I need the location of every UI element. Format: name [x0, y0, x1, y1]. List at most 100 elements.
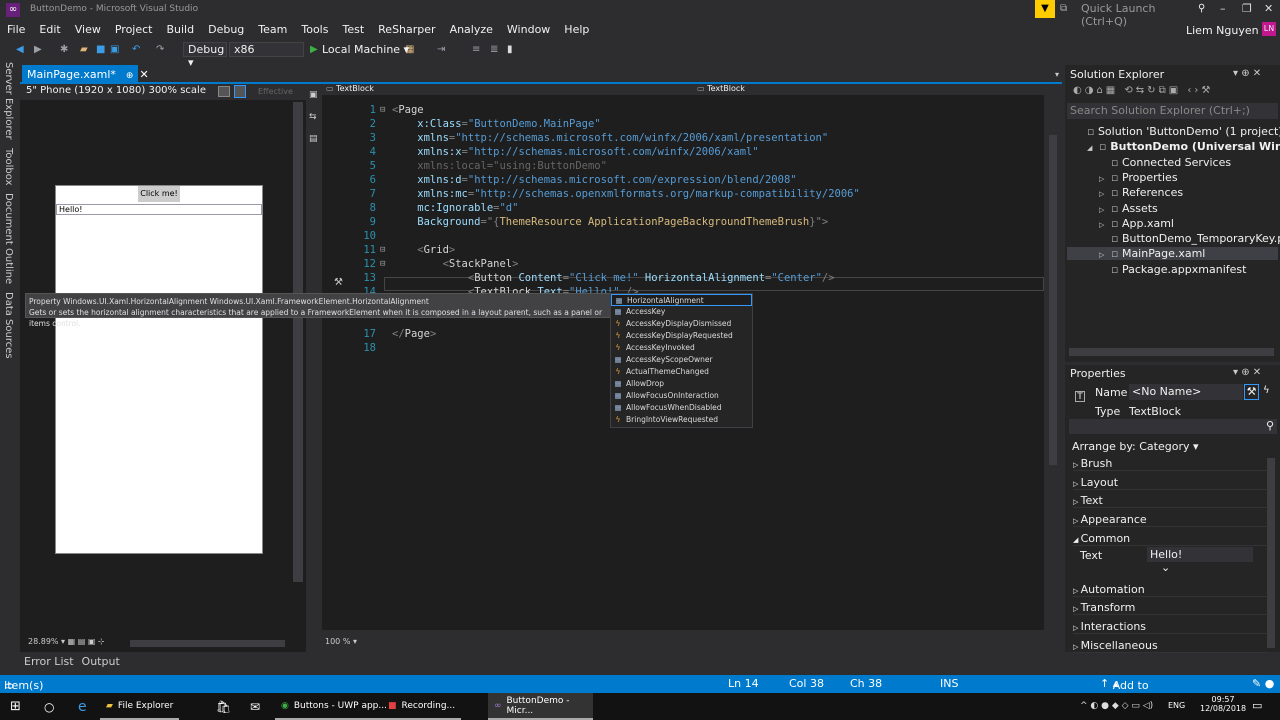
property-category[interactable]: ▷ Automation: [1073, 583, 1268, 597]
save-all-icon[interactable]: ▣: [110, 44, 119, 55]
swap-panes-icon[interactable]: ▣: [309, 90, 318, 100]
expand-arrow-icon[interactable]: ▷: [1073, 624, 1081, 632]
expand-arrow-icon[interactable]: ▷: [1073, 587, 1081, 595]
menu-project[interactable]: Project: [108, 20, 160, 40]
completion-item[interactable]: ϟ BringIntoViewRequested: [611, 414, 752, 426]
search-icon[interactable]: ⚲: [1198, 3, 1205, 14]
menu-debug[interactable]: Debug: [201, 20, 251, 40]
element-breadcrumb-right[interactable]: ▭ TextBlock: [697, 84, 745, 93]
notifications-icon[interactable]: ✎ ●: [1252, 677, 1274, 690]
code-line[interactable]: 5 xmlns:local="using:ButtonDemo": [322, 159, 1042, 173]
close-tab-icon[interactable]: ✕: [139, 68, 148, 81]
system-tray-icons[interactable]: ^ ◐ ● ◆ ◇ ▭ ◁): [1080, 701, 1153, 711]
completion-item[interactable]: ▦ AllowDrop: [611, 378, 752, 390]
device-select[interactable]: 5" Phone (1920 x 1080) 300% scale ▾: [26, 85, 206, 96]
menu-window[interactable]: Window: [500, 20, 557, 40]
property-category[interactable]: ▷ Appearance: [1073, 513, 1268, 528]
save-icon[interactable]: ■: [96, 44, 105, 55]
property-category[interactable]: ▷ Miscellaneous: [1073, 639, 1268, 653]
code-line[interactable]: 10: [322, 229, 1042, 243]
user-name[interactable]: Liem Nguyen: [1186, 24, 1259, 37]
expand-arrow-icon[interactable]: ▷: [1073, 517, 1081, 525]
preview-button[interactable]: Click me!: [138, 186, 180, 202]
step-icon[interactable]: ⇥: [437, 44, 445, 55]
expand-arrow-icon[interactable]: ▷: [1073, 605, 1081, 613]
collapse-toggle-icon[interactable]: ⊟: [380, 243, 385, 257]
editor-vertical-scrollbar[interactable]: [1046, 95, 1060, 635]
code-line[interactable]: 13 <Button Content="Click me!" Horizonta…: [322, 271, 1042, 285]
completion-item[interactable]: ▦ AllowFocusOnInteraction: [611, 390, 752, 402]
platform-select[interactable]: x86: [229, 42, 304, 57]
undo-icon[interactable]: ↶: [132, 44, 140, 55]
solution-tree-item[interactable]: ▷ ▫ App.xaml: [1099, 217, 1174, 230]
completion-item[interactable]: ▦ AllowFocusWhenDisabled: [611, 402, 752, 414]
open-file-icon[interactable]: ▰: [80, 44, 88, 55]
designer-vertical-scrollbar[interactable]: [293, 102, 303, 582]
clock[interactable]: 09:57 12/08/2018: [1200, 695, 1246, 713]
text-property-input[interactable]: Hello!: [1147, 546, 1253, 562]
panel-menu-icon[interactable]: ▾ ⊕ ✕: [1233, 68, 1261, 79]
quick-launch-input[interactable]: Quick Launch (Ctrl+Q): [1078, 2, 1198, 28]
redo-icon[interactable]: ↷: [156, 44, 164, 55]
phone-page-preview[interactable]: [55, 185, 263, 554]
solution-tree-item[interactable]: ▫ Connected Services: [1099, 156, 1231, 169]
solution-tree-item[interactable]: ▷ ▫ Assets: [1099, 202, 1158, 215]
tab-mainpage-xaml[interactable]: MainPage.xaml* ⊕ ✕: [22, 65, 149, 83]
minimize-button[interactable]: –: [1220, 2, 1226, 15]
close-window-button[interactable]: ✕: [1264, 2, 1273, 15]
completion-item[interactable]: ▦ AccessKeyScopeOwner: [611, 354, 752, 366]
properties-scrollbar[interactable]: [1267, 458, 1275, 648]
configuration-select[interactable]: Debug ▾: [183, 42, 227, 69]
property-category[interactable]: ◢ Common: [1073, 532, 1268, 546]
expand-arrow-icon[interactable]: ◢: [1073, 536, 1081, 544]
feedback-icon[interactable]: ⧉: [1060, 3, 1067, 14]
completion-item[interactable]: ϟ AccessKeyInvoked: [611, 342, 752, 354]
cortana-icon[interactable]: ○: [38, 693, 60, 720]
name-input[interactable]: <No Name>: [1129, 384, 1243, 400]
designer-zoom-select[interactable]: 28.89% ▾ ▦ ▤ ▣ ⊹: [28, 637, 105, 650]
horizontal-split-icon[interactable]: ▤: [309, 134, 318, 144]
avatar[interactable]: LN: [1262, 22, 1276, 36]
solution-horizontal-scrollbar[interactable]: [1069, 348, 1274, 356]
run-target-button[interactable]: Local Machine ▾: [322, 43, 409, 56]
vertical-split-icon[interactable]: ⇆: [309, 112, 317, 122]
expand-arrow-icon[interactable]: ▷: [1073, 461, 1081, 469]
solution-search-input[interactable]: Search Solution Explorer (Ctrl+;): [1067, 103, 1278, 119]
code-line[interactable]: 1 ⊟ <Page: [322, 103, 1042, 117]
collapse-toggle-icon[interactable]: ⊟: [380, 103, 385, 117]
completion-item[interactable]: ϟ AccessKeyDisplayDismissed: [611, 318, 752, 330]
events-lightning-icon[interactable]: ϟ: [1263, 385, 1270, 396]
property-category[interactable]: ▷ Layout: [1073, 476, 1268, 490]
tab-overflow-icon[interactable]: ▾: [1055, 70, 1059, 79]
element-breadcrumb-left[interactable]: ▭ TextBlock: [326, 84, 374, 93]
bookmark-icon[interactable]: ▮: [507, 44, 513, 55]
side-tab-toolbox[interactable]: Toolbox: [0, 148, 14, 186]
taskbar-visual-studio[interactable]: ∞ ButtonDemo - Micr...: [488, 693, 593, 720]
menu-view[interactable]: View: [68, 20, 108, 40]
comment-icon[interactable]: ≡: [472, 44, 480, 55]
expand-arrow-icon[interactable]: ▷: [1099, 206, 1111, 214]
solution-tree-item[interactable]: ▫ ButtonDemo_TemporaryKey.pfx: [1099, 232, 1280, 245]
store-icon[interactable]: 🛍: [210, 693, 237, 720]
code-line[interactable]: 2 x:Class="ButtonDemo.MainPage": [322, 117, 1042, 131]
tab-error-list[interactable]: Error List: [24, 655, 74, 668]
expand-arrow-icon[interactable]: ▷: [1073, 498, 1081, 506]
code-line[interactable]: 12 ⊟ <StackPanel>: [322, 257, 1042, 271]
code-line[interactable]: 6 xmlns:d="http://schemas.microsoft.com/…: [322, 173, 1042, 187]
completion-item[interactable]: ▦ HorizontalAlignment: [611, 294, 752, 306]
preview-textblock[interactable]: Hello!: [56, 204, 262, 215]
solution-tree-item[interactable]: ▫ Package.appxmanifest: [1099, 263, 1246, 276]
completion-item[interactable]: ▦ AccessKey: [611, 306, 752, 318]
property-category[interactable]: ▷ Interactions: [1073, 620, 1268, 634]
code-line[interactable]: 4 xmlns:x="http://schemas.microsoft.com/…: [322, 145, 1042, 159]
code-line[interactable]: 11 ⊟ <Grid>: [322, 243, 1042, 257]
menu-team[interactable]: Team: [251, 20, 294, 40]
solution-tree-item[interactable]: ▷ ▫ References: [1099, 186, 1183, 199]
side-tab-document-outline[interactable]: Document Outline: [0, 193, 14, 284]
side-tab-data-sources[interactable]: Data Sources: [0, 292, 14, 359]
menu-resharper[interactable]: ReSharper: [371, 20, 442, 40]
property-category[interactable]: ▷ Transform: [1073, 601, 1268, 616]
solution-tree-item[interactable]: ▫ Solution 'ButtonDemo' (1 project): [1075, 125, 1280, 138]
taskbar-file-explorer[interactable]: ▰ File Explorer: [100, 693, 180, 720]
pin-icon[interactable]: ⊕: [126, 71, 134, 81]
